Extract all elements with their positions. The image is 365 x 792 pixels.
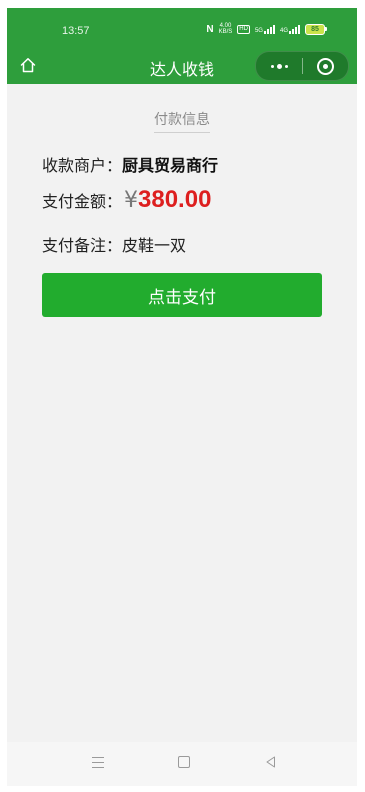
square-home-icon[interactable] xyxy=(178,756,190,768)
signal-5g-icon: 5G xyxy=(255,24,275,34)
status-time: 13:57 xyxy=(62,25,90,37)
amount-row: 支付金额： ¥ 380.00 xyxy=(42,186,211,214)
signal-bars-icon xyxy=(289,24,300,34)
merchant-label: 收款商户： xyxy=(42,156,123,175)
section-title-text: 付款信息 xyxy=(154,109,210,133)
battery-icon: 85 xyxy=(305,23,327,35)
signal-4g-icon: 4G xyxy=(280,24,300,34)
menu-icon[interactable] xyxy=(92,757,104,768)
system-nav-bar xyxy=(7,742,357,786)
currency-symbol: ¥ xyxy=(124,188,139,213)
note-value: 皮鞋一双 xyxy=(122,236,187,255)
net-speed-indicator: 4.00 KB/S xyxy=(219,23,233,35)
note-label: 支付备注： xyxy=(42,236,123,255)
status-bar: 13:57 N 4.00 KB/S HD 5G 4G 85 xyxy=(7,8,357,48)
nfc-icon: N xyxy=(206,23,214,35)
note-row: 支付备注：皮鞋一双 xyxy=(42,232,186,256)
mini-program-capsule xyxy=(255,51,349,81)
signal-5g-label: 5G xyxy=(254,28,263,34)
nav-bar: 达人收钱 xyxy=(7,48,357,84)
signal-4g-label: 4G xyxy=(279,28,288,34)
amount-label: 支付金额： xyxy=(42,192,123,211)
phone-screen: 13:57 N 4.00 KB/S HD 5G 4G 85 达人收钱 付款信息 … xyxy=(7,8,357,786)
back-triangle-icon[interactable] xyxy=(264,755,278,769)
section-title: 付款信息 xyxy=(7,109,357,133)
battery-level: 85 xyxy=(305,23,325,35)
signal-bars-icon xyxy=(263,24,275,34)
merchant-row: 收款商户：厨具贸易商行 xyxy=(42,152,218,176)
pay-button[interactable]: 点击支付 xyxy=(42,273,322,317)
more-dots-icon[interactable] xyxy=(256,52,302,80)
net-speed-unit: KB/S xyxy=(218,29,233,35)
status-icons: N 4.00 KB/S HD 5G 4G 85 xyxy=(206,23,327,35)
amount-value: 380.00 xyxy=(138,186,212,213)
merchant-value: 厨具贸易商行 xyxy=(122,156,219,175)
target-close-icon[interactable] xyxy=(303,52,348,80)
hd-badge: HD xyxy=(237,24,250,34)
